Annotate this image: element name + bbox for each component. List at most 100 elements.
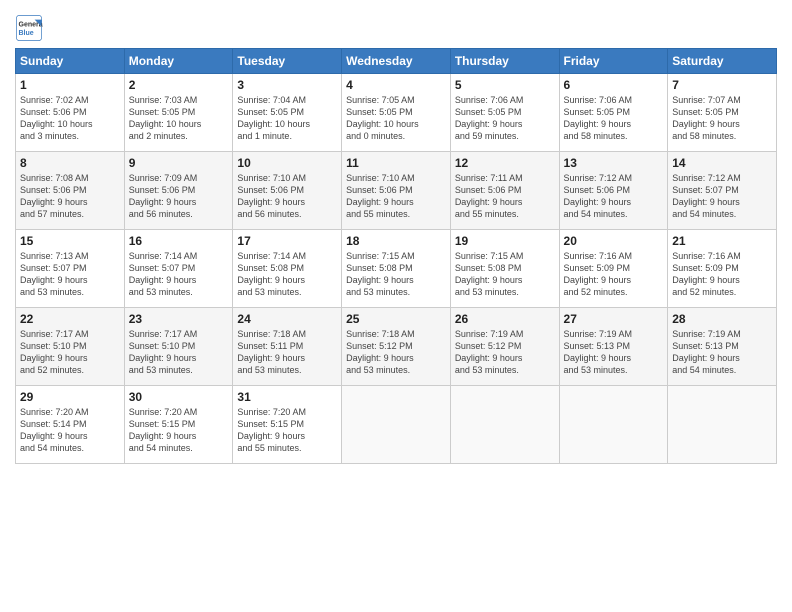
day-info: Sunrise: 7:02 AM Sunset: 5:06 PM Dayligh… <box>20 94 120 143</box>
weekday-header-monday: Monday <box>124 49 233 74</box>
day-info: Sunrise: 7:20 AM Sunset: 5:15 PM Dayligh… <box>129 406 229 455</box>
day-info: Sunrise: 7:16 AM Sunset: 5:09 PM Dayligh… <box>672 250 772 299</box>
day-info: Sunrise: 7:19 AM Sunset: 5:13 PM Dayligh… <box>672 328 772 377</box>
page-container: General Blue SundayMondayTuesdayWednesda… <box>0 0 792 474</box>
calendar-cell <box>559 386 668 464</box>
weekday-header-wednesday: Wednesday <box>342 49 451 74</box>
day-info: Sunrise: 7:16 AM Sunset: 5:09 PM Dayligh… <box>564 250 664 299</box>
day-info: Sunrise: 7:04 AM Sunset: 5:05 PM Dayligh… <box>237 94 337 143</box>
day-number: 17 <box>237 234 337 248</box>
calendar-cell: 1Sunrise: 7:02 AM Sunset: 5:06 PM Daylig… <box>16 74 125 152</box>
day-number: 15 <box>20 234 120 248</box>
day-number: 23 <box>129 312 229 326</box>
day-number: 22 <box>20 312 120 326</box>
day-number: 27 <box>564 312 664 326</box>
calendar-cell: 20 Sunrise: 7:16 AM Sunset: 5:09 PM Dayli… <box>559 230 668 308</box>
calendar-week-1: 1Sunrise: 7:02 AM Sunset: 5:06 PM Daylig… <box>16 74 777 152</box>
day-number: 25 <box>346 312 446 326</box>
weekday-header-thursday: Thursday <box>450 49 559 74</box>
calendar-cell: 17 Sunrise: 7:14 AM Sunset: 5:08 PM Dayli… <box>233 230 342 308</box>
calendar-cell: 28 Sunrise: 7:19 AM Sunset: 5:13 PM Dayli… <box>668 308 777 386</box>
calendar-week-3: 15 Sunrise: 7:13 AM Sunset: 5:07 PM Dayli… <box>16 230 777 308</box>
day-number: 14 <box>672 156 772 170</box>
calendar-header-row: SundayMondayTuesdayWednesdayThursdayFrid… <box>16 49 777 74</box>
calendar-cell <box>342 386 451 464</box>
day-number: 5 <box>455 78 555 92</box>
day-number: 13 <box>564 156 664 170</box>
calendar-cell: 12 Sunrise: 7:11 AM Sunset: 5:06 PM Dayli… <box>450 152 559 230</box>
day-info: Sunrise: 7:19 AM Sunset: 5:12 PM Dayligh… <box>455 328 555 377</box>
calendar-cell: 8 Sunrise: 7:08 AM Sunset: 5:06 PM Daylig… <box>16 152 125 230</box>
day-info: Sunrise: 7:03 AM Sunset: 5:05 PM Dayligh… <box>129 94 229 143</box>
day-number: 26 <box>455 312 555 326</box>
calendar-cell: 19 Sunrise: 7:15 AM Sunset: 5:08 PM Dayli… <box>450 230 559 308</box>
day-number: 19 <box>455 234 555 248</box>
day-number: 28 <box>672 312 772 326</box>
calendar-cell: 22 Sunrise: 7:17 AM Sunset: 5:10 PM Dayli… <box>16 308 125 386</box>
weekday-header-friday: Friday <box>559 49 668 74</box>
day-number: 6 <box>564 78 664 92</box>
day-info: Sunrise: 7:10 AM Sunset: 5:06 PM Dayligh… <box>237 172 337 221</box>
day-info: Sunrise: 7:17 AM Sunset: 5:10 PM Dayligh… <box>129 328 229 377</box>
calendar-cell: 23 Sunrise: 7:17 AM Sunset: 5:10 PM Dayli… <box>124 308 233 386</box>
calendar-cell: 21Sunrise: 7:16 AM Sunset: 5:09 PM Dayli… <box>668 230 777 308</box>
day-info: Sunrise: 7:12 AM Sunset: 5:06 PM Dayligh… <box>564 172 664 221</box>
calendar-body: 1Sunrise: 7:02 AM Sunset: 5:06 PM Daylig… <box>16 74 777 464</box>
day-info: Sunrise: 7:12 AM Sunset: 5:07 PM Dayligh… <box>672 172 772 221</box>
day-number: 18 <box>346 234 446 248</box>
day-info: Sunrise: 7:11 AM Sunset: 5:06 PM Dayligh… <box>455 172 555 221</box>
day-number: 8 <box>20 156 120 170</box>
calendar-cell: 3Sunrise: 7:04 AM Sunset: 5:05 PM Daylig… <box>233 74 342 152</box>
day-number: 9 <box>129 156 229 170</box>
calendar-cell: 31Sunrise: 7:20 AM Sunset: 5:15 PM Dayli… <box>233 386 342 464</box>
calendar-cell: 2 Sunrise: 7:03 AM Sunset: 5:05 PM Daylig… <box>124 74 233 152</box>
svg-text:Blue: Blue <box>19 30 34 37</box>
calendar-table: SundayMondayTuesdayWednesdayThursdayFrid… <box>15 48 777 464</box>
day-info: Sunrise: 7:15 AM Sunset: 5:08 PM Dayligh… <box>346 250 446 299</box>
header: General Blue <box>15 10 777 42</box>
logo: General Blue <box>15 14 47 42</box>
calendar-cell <box>668 386 777 464</box>
calendar-cell: 16 Sunrise: 7:14 AM Sunset: 5:07 PM Dayli… <box>124 230 233 308</box>
day-number: 20 <box>564 234 664 248</box>
day-number: 4 <box>346 78 446 92</box>
calendar-cell: 30 Sunrise: 7:20 AM Sunset: 5:15 PM Dayli… <box>124 386 233 464</box>
day-info: Sunrise: 7:17 AM Sunset: 5:10 PM Dayligh… <box>20 328 120 377</box>
day-info: Sunrise: 7:09 AM Sunset: 5:06 PM Dayligh… <box>129 172 229 221</box>
day-info: Sunrise: 7:18 AM Sunset: 5:12 PM Dayligh… <box>346 328 446 377</box>
day-number: 2 <box>129 78 229 92</box>
day-info: Sunrise: 7:08 AM Sunset: 5:06 PM Dayligh… <box>20 172 120 221</box>
day-info: Sunrise: 7:14 AM Sunset: 5:08 PM Dayligh… <box>237 250 337 299</box>
calendar-cell <box>450 386 559 464</box>
calendar-week-4: 22 Sunrise: 7:17 AM Sunset: 5:10 PM Dayli… <box>16 308 777 386</box>
logo-icon: General Blue <box>15 14 43 42</box>
day-info: Sunrise: 7:19 AM Sunset: 5:13 PM Dayligh… <box>564 328 664 377</box>
day-info: Sunrise: 7:07 AM Sunset: 5:05 PM Dayligh… <box>672 94 772 143</box>
calendar-cell: 18 Sunrise: 7:15 AM Sunset: 5:08 PM Dayli… <box>342 230 451 308</box>
day-info: Sunrise: 7:06 AM Sunset: 5:05 PM Dayligh… <box>455 94 555 143</box>
calendar-cell: 24 Sunrise: 7:18 AM Sunset: 5:11 PM Dayli… <box>233 308 342 386</box>
calendar-cell: 25 Sunrise: 7:18 AM Sunset: 5:12 PM Dayli… <box>342 308 451 386</box>
day-number: 24 <box>237 312 337 326</box>
calendar-cell: 11Sunrise: 7:10 AM Sunset: 5:06 PM Dayli… <box>342 152 451 230</box>
day-number: 7 <box>672 78 772 92</box>
day-number: 29 <box>20 390 120 404</box>
day-number: 30 <box>129 390 229 404</box>
day-number: 10 <box>237 156 337 170</box>
day-info: Sunrise: 7:20 AM Sunset: 5:15 PM Dayligh… <box>237 406 337 455</box>
calendar-cell: 7 Sunrise: 7:07 AM Sunset: 5:05 PM Daylig… <box>668 74 777 152</box>
day-info: Sunrise: 7:20 AM Sunset: 5:14 PM Dayligh… <box>20 406 120 455</box>
calendar-cell: 27 Sunrise: 7:19 AM Sunset: 5:13 PM Dayli… <box>559 308 668 386</box>
day-info: Sunrise: 7:05 AM Sunset: 5:05 PM Dayligh… <box>346 94 446 143</box>
calendar-week-5: 29 Sunrise: 7:20 AM Sunset: 5:14 PM Dayli… <box>16 386 777 464</box>
day-number: 12 <box>455 156 555 170</box>
day-info: Sunrise: 7:06 AM Sunset: 5:05 PM Dayligh… <box>564 94 664 143</box>
calendar-cell: 10 Sunrise: 7:10 AM Sunset: 5:06 PM Dayli… <box>233 152 342 230</box>
weekday-header-tuesday: Tuesday <box>233 49 342 74</box>
day-number: 16 <box>129 234 229 248</box>
day-number: 11 <box>346 156 446 170</box>
day-info: Sunrise: 7:14 AM Sunset: 5:07 PM Dayligh… <box>129 250 229 299</box>
day-info: Sunrise: 7:18 AM Sunset: 5:11 PM Dayligh… <box>237 328 337 377</box>
day-info: Sunrise: 7:13 AM Sunset: 5:07 PM Dayligh… <box>20 250 120 299</box>
day-info: Sunrise: 7:15 AM Sunset: 5:08 PM Dayligh… <box>455 250 555 299</box>
